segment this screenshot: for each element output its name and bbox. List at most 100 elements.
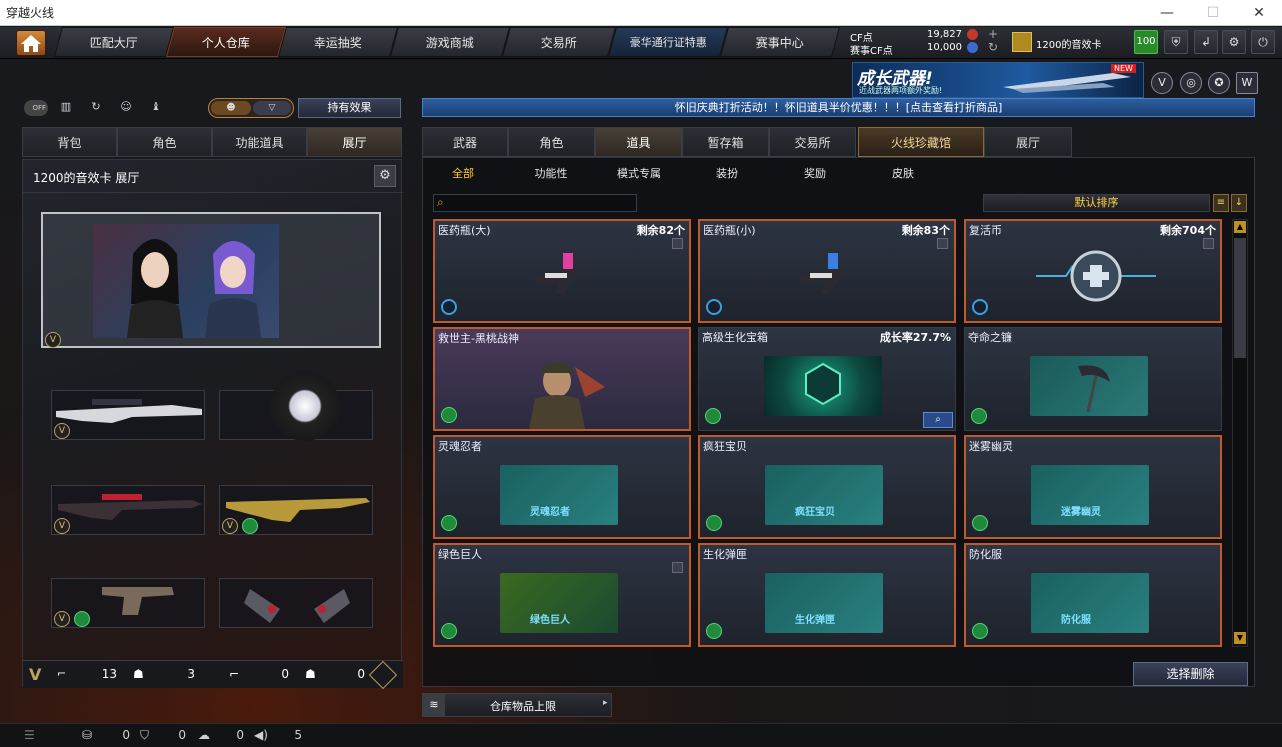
tab-exchange[interactable]: 交易所 <box>501 27 617 57</box>
tab-collection[interactable]: 火线珍藏馆 <box>858 127 984 157</box>
tab-functional[interactable]: 功能道具 <box>212 127 307 157</box>
effects-button[interactable]: 持有效果 <box>298 98 401 118</box>
level-badge[interactable]: 100 <box>1134 30 1158 54</box>
gun-icon: ⌐ <box>57 667 67 680</box>
tab-weapons[interactable]: 武器 <box>422 127 508 157</box>
target-icon <box>706 299 722 315</box>
scroll-down-icon[interactable]: ▼ <box>1234 632 1246 644</box>
featured-showcase[interactable]: V <box>41 212 381 348</box>
mode-switch[interactable]: ☻ ▽ <box>208 98 294 118</box>
tab-character[interactable]: 角色 <box>117 127 212 157</box>
subtab-mode[interactable]: 模式专属 <box>608 166 670 182</box>
item-card-death-scythe[interactable]: 夺命之镰 <box>964 327 1222 431</box>
close-button[interactable]: ✕ <box>1236 0 1282 26</box>
list-icon[interactable]: ≡ <box>1213 194 1229 212</box>
tab-game-shop[interactable]: 游戏商城 <box>389 27 511 57</box>
slot-pistol[interactable]: V <box>51 578 205 628</box>
stats-icon[interactable]: ▥ <box>56 100 76 116</box>
person-icon[interactable]: ☺ <box>116 100 136 116</box>
cycle-icon[interactable]: ↻ <box>86 100 106 116</box>
gear-icon[interactable]: ⚙ <box>1222 30 1246 54</box>
power-icon[interactable]: ⏻ <box>1251 30 1275 54</box>
item-card-soul-ninja[interactable]: 灵魂忍者 灵魂忍者 <box>433 435 691 539</box>
item-card-savior-spade[interactable]: 救世主-黑桃战神 <box>433 327 691 431</box>
item-card-bio-magazine[interactable]: 生化弹匣 生化弹匣 <box>698 543 956 647</box>
item-card-crazy-baby[interactable]: 疯狂宝贝 疯狂宝贝 <box>698 435 956 539</box>
mask-count-2: 0 <box>357 667 365 681</box>
item-card-green-giant[interactable]: 绿色巨人 绿色巨人 <box>433 543 691 647</box>
tab-tournament[interactable]: 赛事中心 <box>719 27 841 57</box>
tab-items[interactable]: 道具 <box>595 127 682 157</box>
tab-personal-storage[interactable]: 个人仓库 <box>165 27 287 57</box>
trash-icon[interactable] <box>937 238 948 249</box>
promo-banner[interactable]: 成长武器! 近战武器两项额外奖励! NEW <box>852 62 1144 98</box>
tab-backpack[interactable]: 背包 <box>22 127 117 157</box>
trash-icon[interactable] <box>1203 238 1214 249</box>
home-icon[interactable] <box>16 30 46 56</box>
notice-bar[interactable]: 怀旧庆典打折活动！！怀旧道具半价优惠！！！[点击查看打折商品] <box>422 98 1255 117</box>
magnify-icon[interactable]: ⌕ <box>923 412 953 428</box>
skin-badge-icon <box>441 623 457 639</box>
tab-trade[interactable]: 交易所 <box>769 127 856 157</box>
bag-icon[interactable]: ♝ <box>146 100 166 116</box>
divider <box>23 192 403 193</box>
item-card-hazmat-suit[interactable]: 防化服 防化服 <box>964 543 1222 647</box>
footer-value-4: 5 <box>294 728 302 742</box>
slot-gold-rifle[interactable]: V <box>219 485 373 535</box>
tab-showroom[interactable]: 展厅 <box>307 127 402 157</box>
tab-temp-box[interactable]: 暂存箱 <box>682 127 769 157</box>
return-icon[interactable]: ↲ <box>1194 30 1218 54</box>
add-currency-icon[interactable]: + <box>988 27 998 41</box>
mask-icon: ☗ <box>133 667 144 681</box>
select-delete-button[interactable]: 选择删除 <box>1133 662 1248 686</box>
tab-roles[interactable]: 角色 <box>508 127 595 157</box>
globe-icon[interactable]: ◎ <box>1180 72 1202 94</box>
ninja-image: 灵魂忍者 <box>500 465 618 525</box>
scrollbar[interactable]: ▲ ▼ <box>1232 219 1248 647</box>
slot-music-disc[interactable] <box>219 371 373 441</box>
maximize-button[interactable]: ☐ <box>1190 0 1236 26</box>
scroll-up-icon[interactable]: ▲ <box>1234 221 1246 233</box>
trash-icon[interactable] <box>672 562 683 573</box>
menu-icon[interactable]: ☰ <box>24 728 35 742</box>
item-card-mist-ghost[interactable]: 迷雾幽灵 迷雾幽灵 <box>964 435 1222 539</box>
subtab-outfit[interactable]: 装扮 <box>706 166 748 182</box>
storage-limit-bar[interactable]: ≋ 仓库物品上限 ▸ <box>422 693 612 717</box>
item-name: 防化服 <box>969 548 1002 561</box>
face-icon: ☻ <box>211 101 251 115</box>
trash-icon[interactable] <box>672 238 683 249</box>
shield-icon[interactable]: ⛨ <box>1164 30 1188 54</box>
toggle-off[interactable]: OFF <box>24 100 48 116</box>
item-card-bio-chest[interactable]: 高级生化宝箱 成长率27.7% ⌕ <box>698 327 956 431</box>
search-input[interactable]: ⌕ <box>433 194 637 212</box>
refresh-icon[interactable]: ↻ <box>988 40 998 54</box>
tab-pass-sale[interactable]: 豪华通行证特惠 <box>607 27 729 57</box>
sort-dropdown[interactable]: 默认排序 <box>983 194 1210 212</box>
star-medal-icon[interactable]: ✪ <box>1208 72 1230 94</box>
footer-value-1: 0 <box>122 728 130 742</box>
w-logo-icon[interactable]: W <box>1236 72 1258 94</box>
subtab-reward[interactable]: 奖励 <box>794 166 836 182</box>
minimize-button[interactable]: — <box>1144 0 1190 26</box>
sort-down-icon[interactable]: ↓ <box>1231 194 1247 212</box>
item-card-medkit-small[interactable]: 医药瓶(小) 剩余83个 <box>698 219 956 323</box>
chat-icon: ☁ <box>198 728 210 742</box>
v-badge-icon[interactable]: V <box>1151 72 1173 94</box>
slot-claws[interactable] <box>219 578 373 628</box>
subtab-skin[interactable]: 皮肤 <box>882 166 924 182</box>
chevron-right-icon: ▸ <box>603 698 608 708</box>
tab-gallery[interactable]: 展厅 <box>984 127 1072 157</box>
match-cf-value: 10,000 <box>927 42 962 53</box>
subtab-functional[interactable]: 功能性 <box>524 166 578 182</box>
scroll-thumb[interactable] <box>1234 238 1246 358</box>
baby-image: 疯狂宝贝 <box>765 465 883 525</box>
tab-lucky-draw[interactable]: 幸运抽奖 <box>277 27 399 57</box>
slot-red-rifle[interactable]: V <box>51 485 205 535</box>
subtab-all[interactable]: 全部 <box>442 166 484 182</box>
tab-match-lobby[interactable]: 匹配大厅 <box>53 27 175 57</box>
skin-badge-icon <box>74 611 90 627</box>
gear-icon[interactable]: ⚙ <box>374 165 396 187</box>
item-card-medkit-large[interactable]: 医药瓶(大) 剩余82个 <box>433 219 691 323</box>
item-card-revive-coin[interactable]: 复活币 剩余704个 <box>964 219 1222 323</box>
slot-sniper-rifle[interactable]: V <box>51 390 205 440</box>
